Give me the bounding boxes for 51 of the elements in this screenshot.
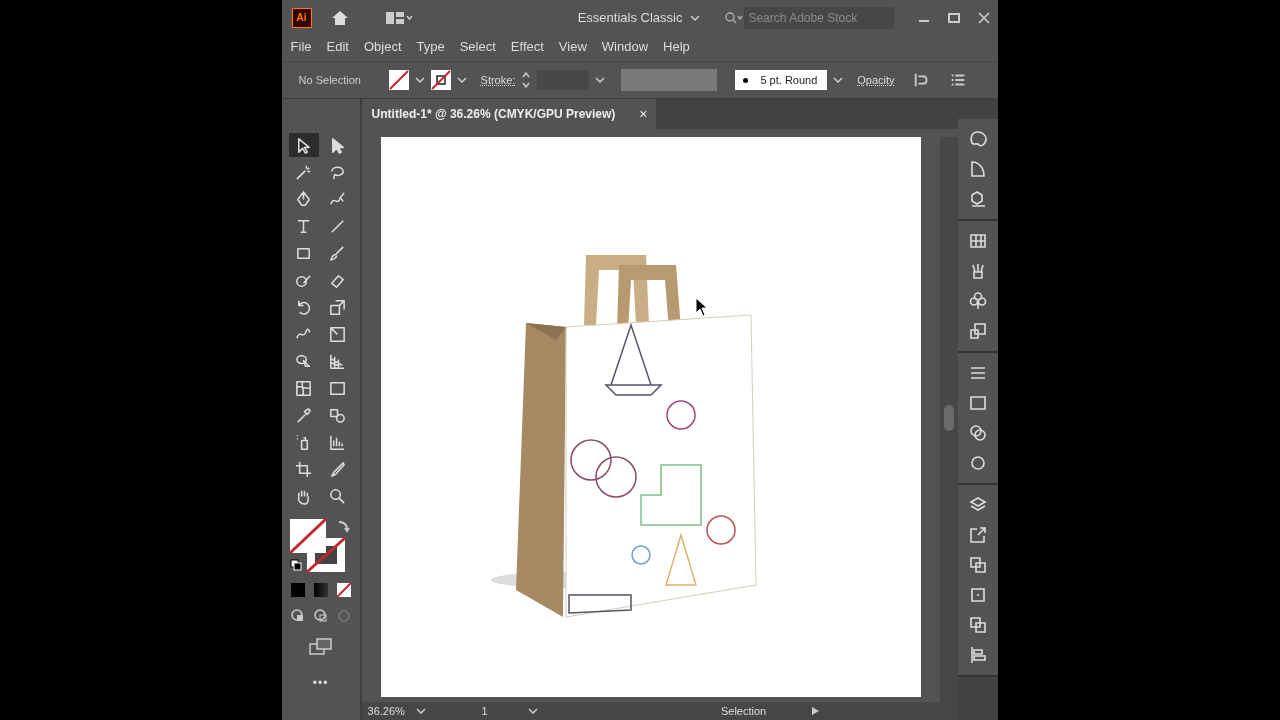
chevron-down-icon[interactable] xyxy=(414,77,425,83)
current-tool-status: Selection xyxy=(719,705,768,717)
swatch-grid-icon[interactable] xyxy=(968,231,989,251)
close-tab-button[interactable]: × xyxy=(639,106,648,122)
menu-item[interactable]: Select xyxy=(459,38,496,54)
club-icon[interactable] xyxy=(968,291,989,311)
stroke-swatch-icon[interactable] xyxy=(430,70,451,90)
opacity-label[interactable]: Opacity xyxy=(857,74,895,86)
fill-stroke-icon[interactable] xyxy=(288,518,353,574)
chevron-down-icon[interactable] xyxy=(415,708,426,714)
menu-item[interactable]: Help xyxy=(663,38,690,54)
menu-item[interactable]: View xyxy=(558,38,587,54)
arrow-pointer-icon[interactable] xyxy=(288,133,319,157)
chevron-down-icon[interactable] xyxy=(456,77,467,83)
fill-swatch-icon[interactable] xyxy=(388,70,409,90)
circles-icon[interactable] xyxy=(968,423,989,443)
close-icon[interactable] xyxy=(978,11,991,24)
menu-item[interactable]: Window xyxy=(601,38,649,54)
workspace-switcher[interactable]: Essentials Classic xyxy=(577,10,683,25)
document-tab[interactable]: Untitled-1* @ 36.26% (CMYK/GPU Preview) × xyxy=(361,99,656,129)
app-logo: Ai xyxy=(291,7,312,28)
export-icon[interactable] xyxy=(968,525,989,545)
pathfinder-icon[interactable] xyxy=(968,615,989,635)
brush-dropdown[interactable]: 5 pt. Round xyxy=(735,70,828,90)
menu-item[interactable]: Object xyxy=(363,38,402,54)
zoom-field[interactable]: 36.26% xyxy=(367,705,410,717)
variable-width-field[interactable] xyxy=(621,69,718,91)
play-icon[interactable] xyxy=(809,706,820,716)
squares-icon[interactable] xyxy=(968,321,989,341)
maximize-icon[interactable] xyxy=(948,11,961,24)
scroll-thumb[interactable] xyxy=(943,405,954,431)
chevron-down-icon[interactable] xyxy=(595,77,606,83)
more-tools-button[interactable]: ••• xyxy=(312,676,329,690)
document-title: Untitled-1* @ 36.26% (CMYK/GPU Preview) xyxy=(371,107,616,121)
selection-status: No Selection xyxy=(298,74,362,86)
artboard-field[interactable]: 1 xyxy=(481,705,522,717)
menu-item[interactable]: Type xyxy=(416,38,445,54)
menu-item[interactable]: Edit xyxy=(326,38,349,54)
chevron-down-icon[interactable] xyxy=(690,14,701,21)
search-field[interactable]: Search Adobe Stock xyxy=(744,6,895,29)
overlap-squares-icon[interactable] xyxy=(968,555,989,575)
mouse-cursor-icon xyxy=(694,297,709,317)
chevron-down-icon[interactable] xyxy=(833,77,844,83)
search-icon[interactable] xyxy=(724,10,745,25)
screen-mode-icon[interactable] xyxy=(308,638,333,656)
chevron-down-icon[interactable] xyxy=(527,708,538,714)
align-icon[interactable] xyxy=(968,645,989,665)
menu-item[interactable]: File xyxy=(290,38,312,54)
stepper-icon[interactable] xyxy=(521,70,532,90)
stroke-label[interactable]: Stroke: xyxy=(480,74,516,86)
menu-item[interactable]: Effect xyxy=(510,38,544,54)
